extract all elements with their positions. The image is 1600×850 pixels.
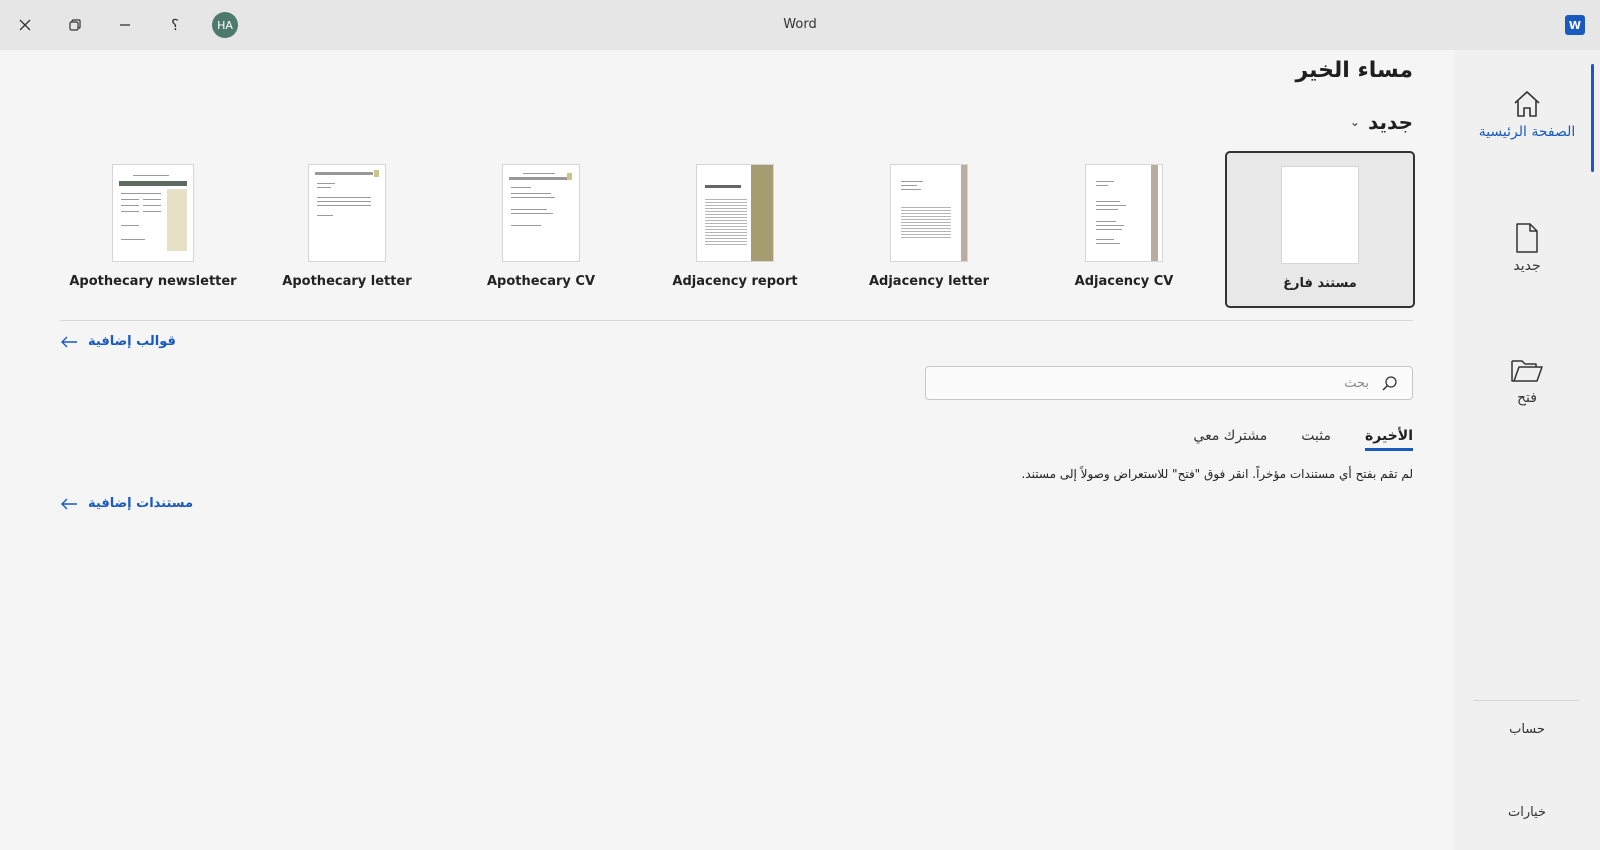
more-templates-label: قوالب إضافية [88,334,176,349]
template-thumbnail [503,165,579,261]
template-thumbnail [697,165,773,261]
help-button[interactable]: ؟ [150,0,200,50]
documents-tabs: الأخيرة مثبت مشترك معي [1193,428,1413,451]
template-name: Apothecary newsletter [69,274,237,289]
page-title: مساء الخير [1295,58,1414,83]
new-section-label: جديد [1367,110,1413,134]
template-thumbnail [113,165,193,261]
search-icon [1382,375,1397,391]
tab-recent[interactable]: الأخيرة [1364,428,1413,451]
home-icon [1514,91,1540,117]
template-thumbnail [1282,167,1358,263]
nav-item-open[interactable]: فتح [1454,350,1600,406]
arrow-left-icon [61,336,77,347]
new-section-header[interactable]: جديد ⌄ [1350,110,1413,134]
template-name: مستند فارغ [1283,276,1357,291]
minimize-icon [120,24,130,26]
close-button[interactable] [0,0,50,50]
word-logo-icon: W [1565,15,1585,35]
nav-item-account[interactable]: حساب [1454,722,1600,737]
search-box[interactable] [925,366,1413,400]
arrow-left-icon [61,498,77,509]
nav-item-new[interactable]: جديد [1454,218,1600,274]
search-input[interactable] [949,375,1369,391]
nav-item-home[interactable]: الصفحة الرئيسية [1454,84,1600,140]
template-thumbnail [309,165,385,261]
minimize-button[interactable] [100,0,150,50]
template-name: Adjacency CV [1074,274,1174,289]
more-documents-label: مستندات إضافية [88,496,194,511]
restore-icon [69,19,81,31]
template-thumbnail [891,165,967,261]
nav-open-label: فتح [1517,390,1537,406]
template-thumbnail [1086,165,1162,261]
tab-pinned[interactable]: مثبت [1301,428,1331,451]
template-name: Apothecary letter [282,274,412,289]
nav-divider [1474,700,1579,701]
window-title: Word [783,17,817,32]
nav-home-label: الصفحة الرئيسية [1478,124,1576,140]
help-icon: ؟ [171,16,179,34]
nav-item-options[interactable]: خيارات [1454,805,1600,820]
new-document-icon [1516,223,1538,253]
restore-button[interactable] [50,0,100,50]
template-apothecary-newsletter[interactable]: Apothecary newsletter [58,151,248,308]
title-bar: ؟ HA Word W [0,0,1600,50]
template-name: Adjacency report [672,274,798,289]
template-blank-document[interactable]: مستند فارغ [1225,151,1415,308]
more-documents-link[interactable]: مستندات إضافية [60,496,193,511]
template-name: Apothecary CV [486,274,596,289]
close-icon [19,19,31,31]
template-adjacency-cv[interactable]: Adjacency CV [1029,151,1219,308]
more-templates-link[interactable]: قوالب إضافية [60,334,176,349]
chevron-down-icon: ⌄ [1349,115,1360,129]
template-name: Adjacency letter [868,274,989,289]
empty-recent-message: لم تقم بفتح أي مستندات مؤخراً. انقر فوق … [1021,467,1413,481]
template-apothecary-cv[interactable]: Apothecary CV [446,151,636,308]
template-apothecary-letter[interactable]: Apothecary letter [252,151,442,308]
tab-shared[interactable]: مشترك معي [1193,428,1267,451]
divider [60,320,1413,321]
nav-new-label: جديد [1513,258,1541,274]
avatar[interactable]: HA [212,12,238,38]
folder-open-icon [1511,360,1543,382]
template-adjacency-report[interactable]: Adjacency report [640,151,830,308]
template-adjacency-letter[interactable]: Adjacency letter [834,151,1024,308]
